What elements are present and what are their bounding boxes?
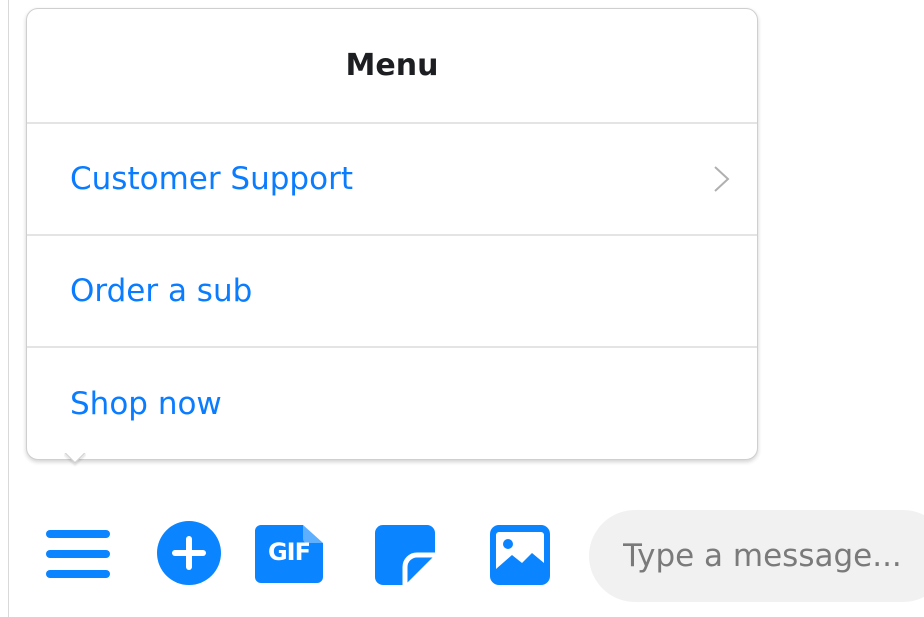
gif-icon[interactable]: GIF <box>255 525 323 583</box>
message-input[interactable] <box>621 537 924 575</box>
menu-item-label: Shop now <box>70 386 222 422</box>
menu-item-customer-support[interactable]: Customer Support <box>27 124 757 236</box>
chat-window: Menu Customer Support Order a sub Shop n… <box>0 0 924 617</box>
menu-title: Menu <box>27 9 757 124</box>
persistent-menu-popup: Menu Customer Support Order a sub Shop n… <box>26 8 758 460</box>
gif-label: GIF <box>267 538 311 566</box>
message-input-container <box>589 510 924 602</box>
menu-icon[interactable] <box>46 527 112 581</box>
menu-item-label: Customer Support <box>70 161 353 197</box>
menu-pointer-tail <box>64 453 86 475</box>
menu-item-label: Order a sub <box>70 273 253 309</box>
chevron-right-icon <box>714 166 730 192</box>
sticker-icon[interactable] <box>375 525 435 585</box>
plus-icon[interactable] <box>157 521 221 585</box>
menu-item-order-a-sub[interactable]: Order a sub <box>27 236 757 348</box>
menu-item-shop-now[interactable]: Shop now <box>27 348 757 460</box>
image-icon[interactable] <box>490 525 550 585</box>
